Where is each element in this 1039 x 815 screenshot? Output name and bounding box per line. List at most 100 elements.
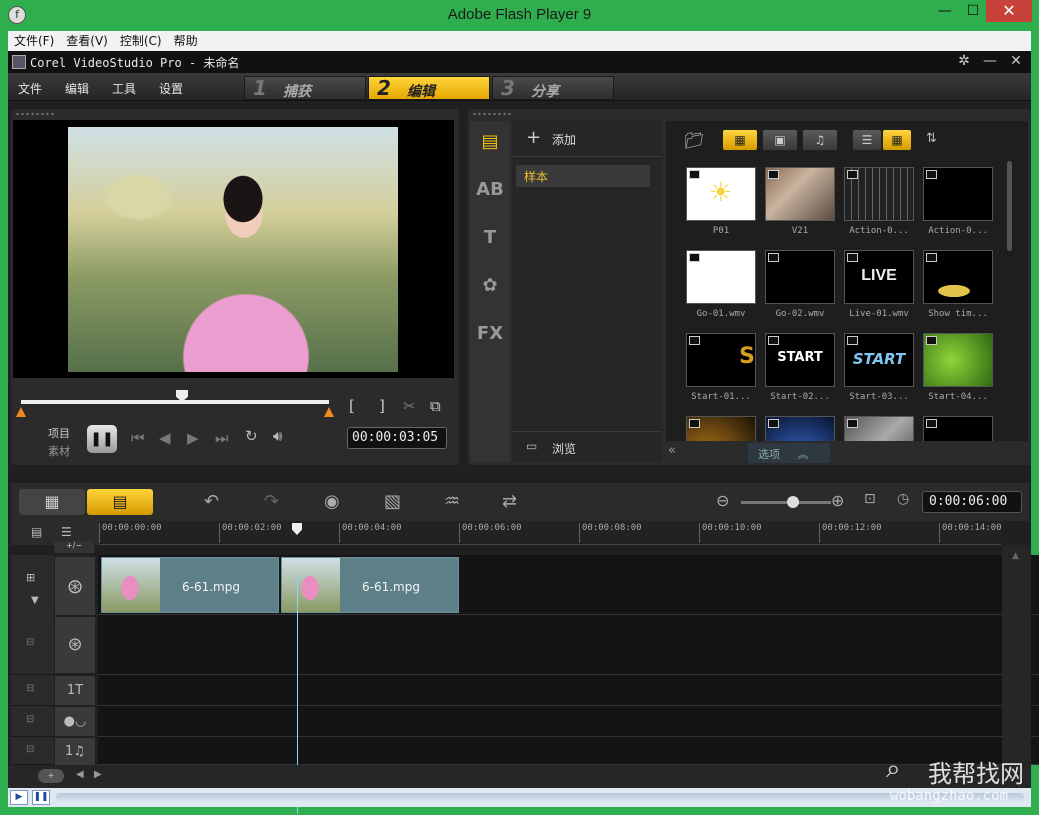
step-share[interactable]: 3 分享	[492, 76, 614, 100]
library-thumbnail[interactable]	[923, 416, 993, 441]
show-video-icon[interactable]: ▦	[722, 129, 758, 151]
library-thumbnail[interactable]	[923, 250, 993, 304]
library-thumbnail[interactable]: START	[844, 333, 914, 387]
show-audio-icon[interactable]: ♫	[802, 129, 838, 151]
video-clip[interactable]: 6-61.mpg	[281, 557, 459, 613]
settings-dots-icon[interactable]: ✲	[954, 53, 974, 69]
previous-frame-icon[interactable]: ◀	[159, 429, 171, 447]
chevron-down-icon[interactable]: ▼	[31, 595, 39, 606]
home-icon[interactable]: ⏮	[131, 429, 145, 447]
mode-clip[interactable]: 素材	[48, 443, 70, 459]
library-thumbnail[interactable]: START	[765, 333, 835, 387]
library-thumbnail[interactable]: ☀	[686, 167, 756, 221]
library-thumbnail[interactable]	[765, 416, 835, 441]
enlarge-icon[interactable]: ⧉	[430, 397, 441, 415]
zoom-slider[interactable]	[741, 501, 831, 504]
trim-end-marker[interactable]	[324, 407, 334, 417]
audio-mixer-icon[interactable]: ♒	[444, 491, 460, 512]
graphic-tab-icon[interactable]: ✿	[474, 271, 506, 301]
list-view-icon[interactable]: ☰	[852, 129, 882, 151]
library-scrollbar[interactable]	[1007, 161, 1012, 251]
app-minimize-button[interactable]: —	[980, 53, 1000, 69]
library-thumbnail[interactable]: LIVE	[844, 250, 914, 304]
panel-grip[interactable]	[15, 112, 55, 116]
library-thumbnail[interactable]	[765, 250, 835, 304]
thumbnail-view-icon[interactable]: ▦	[882, 129, 912, 151]
add-folder-button[interactable]: + 添加	[512, 121, 662, 157]
track-lock-icon[interactable]: ⊟	[26, 714, 34, 725]
step-capture[interactable]: 1 捕获	[244, 76, 366, 100]
movie-icon[interactable]: ▧	[384, 491, 401, 512]
folder-sample[interactable]: 样本	[516, 165, 650, 187]
overlay-track[interactable]	[98, 615, 1039, 675]
flash-play-icon[interactable]: ▶	[10, 790, 28, 805]
track-lock-icon[interactable]: ⊞	[26, 571, 35, 584]
menu-help[interactable]: 帮助	[168, 31, 204, 51]
timecode-field[interactable]: 00:00:03:05	[347, 427, 447, 449]
library-thumbnail[interactable]	[844, 416, 914, 441]
next-frame-icon[interactable]: ▶	[187, 429, 199, 447]
scroll-up-icon[interactable]: ▲	[1012, 551, 1019, 561]
scroll-right-icon[interactable]: ▶	[94, 769, 102, 780]
zoom-out-icon[interactable]: ⊖	[716, 491, 729, 510]
title-track[interactable]	[98, 675, 1039, 706]
library-thumbnail[interactable]	[923, 167, 993, 221]
library-thumbnail[interactable]	[923, 333, 993, 387]
minimize-button[interactable]: —	[930, 0, 960, 22]
mark-out-button[interactable]: ]	[379, 397, 385, 415]
menu-file[interactable]: 文件(F)	[8, 31, 60, 51]
mode-project[interactable]: 项目	[48, 425, 70, 441]
app-menu-settings[interactable]: 设置	[159, 80, 183, 97]
fit-project-icon[interactable]: ⊡	[864, 491, 876, 507]
library-thumbnail[interactable]	[765, 167, 835, 221]
list-icon[interactable]: ☰	[61, 525, 72, 539]
show-photo-icon[interactable]: ▣	[762, 129, 798, 151]
app-menu-tools[interactable]: 工具	[112, 80, 136, 97]
zoom-slider-handle[interactable]	[787, 496, 799, 508]
panel-grip[interactable]	[472, 112, 512, 116]
repeat-icon[interactable]: ↻	[245, 427, 258, 445]
track-manager-icon[interactable]: ▤	[31, 525, 42, 539]
filter-tab[interactable]: FX	[474, 319, 506, 349]
undo-icon[interactable]: ↶	[204, 491, 219, 512]
open-folder-icon[interactable]: 📁︎	[684, 131, 704, 150]
zoom-in-icon[interactable]: ⊕	[831, 491, 844, 510]
menu-view[interactable]: 查看(V)	[60, 31, 114, 51]
trim-start-marker[interactable]	[16, 407, 26, 417]
flash-progress-bar[interactable]	[56, 793, 1024, 801]
library-thumbnail[interactable]	[686, 416, 756, 441]
maximize-button[interactable]: ☐	[958, 0, 988, 22]
auto-music-icon[interactable]: ⇄	[502, 491, 517, 512]
track-lock-icon[interactable]: ⊟	[26, 744, 34, 755]
scissors-icon[interactable]: ✂	[403, 397, 416, 415]
pause-button[interactable]: ❚❚	[87, 425, 117, 453]
browse-button[interactable]: ▭ 浏览	[512, 431, 662, 462]
close-button[interactable]: ✕	[986, 0, 1032, 22]
options-button[interactable]: 选项 ︽	[748, 443, 830, 463]
app-menu-file[interactable]: 文件	[18, 80, 42, 97]
mark-in-button[interactable]: [	[349, 397, 355, 415]
library-thumbnail[interactable]	[686, 250, 756, 304]
app-close-button[interactable]: ✕	[1006, 53, 1026, 69]
video-clip[interactable]: 6-61.mpg	[101, 557, 279, 613]
end-icon[interactable]: ⏭	[215, 429, 229, 447]
library-thumbnail[interactable]: S	[686, 333, 756, 387]
add-track-icon[interactable]: +	[38, 769, 64, 783]
track-lock-icon[interactable]: ⊟	[26, 683, 34, 694]
app-menu-edit[interactable]: 编辑	[65, 80, 89, 97]
menu-control[interactable]: 控制(C)	[114, 31, 168, 51]
media-tab-icon[interactable]: ▤	[474, 127, 506, 157]
voice-track[interactable]	[98, 706, 1039, 737]
collapse-library-icon[interactable]: «	[668, 443, 676, 458]
scrubber-track[interactable]	[21, 400, 329, 404]
redo-icon[interactable]: ↷	[264, 491, 279, 512]
sort-icon[interactable]: ⇅	[926, 131, 937, 146]
library-thumbnail[interactable]	[844, 167, 914, 221]
video-track[interactable]: 6-61.mpg 6-61.mpg	[98, 555, 1039, 615]
step-edit[interactable]: 2 编辑	[368, 76, 490, 100]
timeline-vscroll[interactable]: ▲	[1002, 545, 1031, 765]
track-lock-icon[interactable]: ⊟	[26, 637, 34, 648]
timeline-view-icon[interactable]: ▤	[87, 489, 153, 515]
title-tab[interactable]: T	[474, 223, 506, 253]
scroll-left-icon[interactable]: ◀	[76, 769, 84, 780]
